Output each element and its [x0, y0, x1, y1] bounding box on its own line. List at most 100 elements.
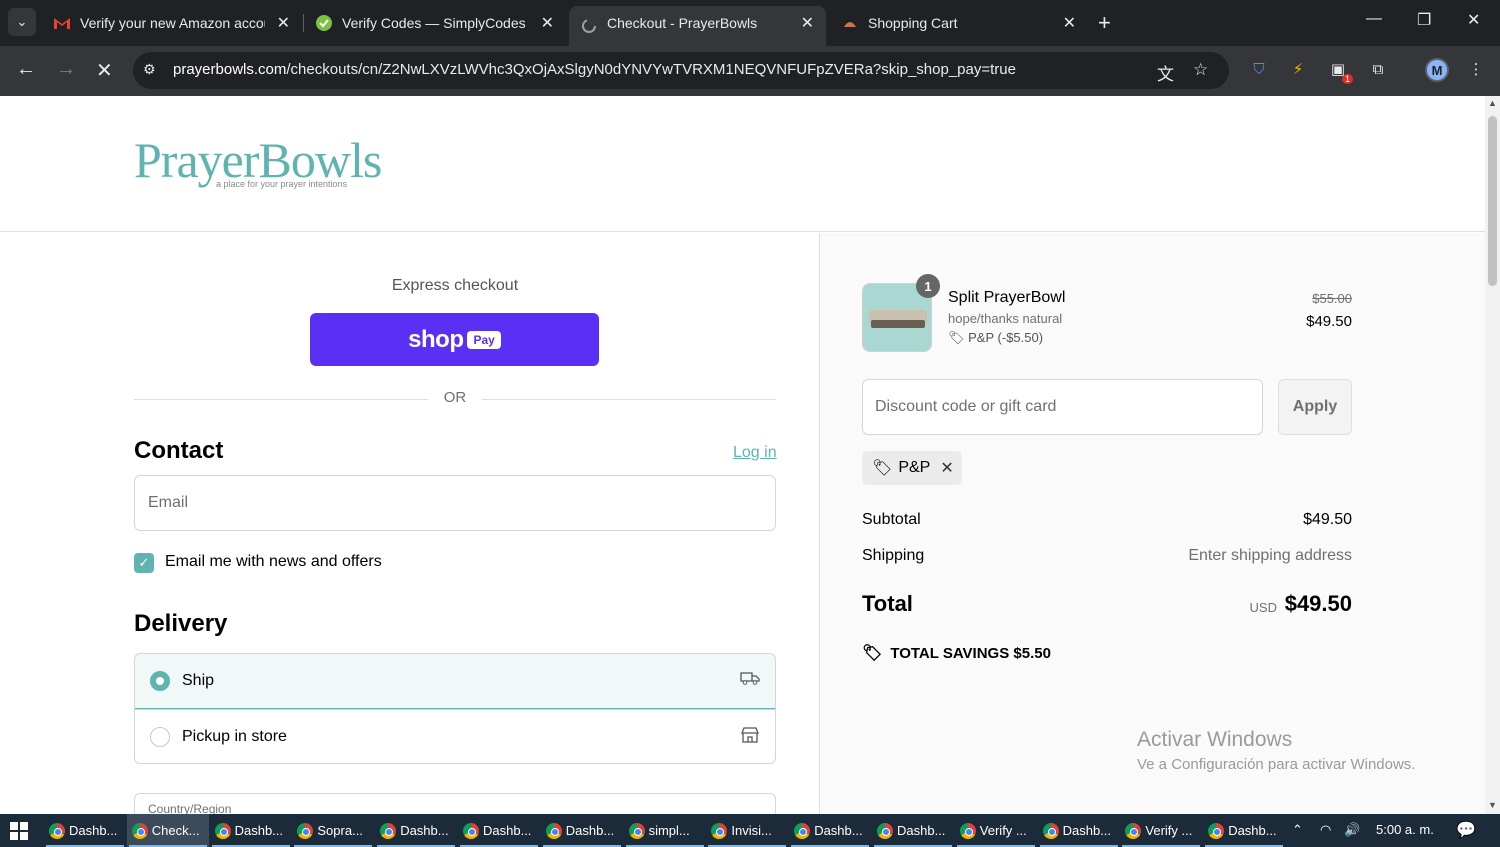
chrome-icon — [877, 822, 893, 839]
restore-icon[interactable]: ❐ — [1417, 10, 1431, 30]
url-text[interactable]: prayerbowls.com/checkouts/cn/Z2NwLXVzLWV… — [173, 61, 1016, 78]
site-info-icon[interactable]: ⚙ — [143, 61, 161, 79]
taskbar-chrome-window[interactable]: Invisi... — [706, 814, 788, 847]
product-discount: 🏷 P&P (-$5.50) — [948, 330, 1044, 345]
extensions-puzzle-icon[interactable]: ⧉ — [1367, 58, 1389, 80]
lightning-extension-icon[interactable]: ⚡ — [1287, 58, 1309, 80]
taskbar-chrome-window[interactable]: Dashb... — [44, 814, 126, 847]
tab-simplycodes[interactable]: Verify Codes — SimplyCodes ✕ — [304, 6, 566, 40]
shop-pay-button[interactable]: shop Pay — [310, 313, 599, 366]
tab-search-button[interactable]: ⌄ — [8, 8, 36, 36]
ship-radio[interactable] — [150, 671, 170, 691]
chrome-icon — [1042, 822, 1059, 839]
discount-code-input[interactable]: Discount code or gift card — [862, 379, 1263, 435]
taskbar-chrome-window[interactable]: Dashb... — [872, 814, 954, 847]
apply-discount-button[interactable]: Apply — [1278, 379, 1352, 435]
taskbar-item-label: Dashb... — [565, 823, 615, 838]
shipping-row: Shipping Enter shipping address — [862, 547, 1352, 564]
taskbar-chrome-window[interactable]: Dashb... — [210, 814, 292, 847]
news-offers-checkbox[interactable]: ✓ — [134, 553, 154, 573]
taskbar-chrome-window[interactable]: Dashb... — [541, 814, 623, 847]
bookmark-star-icon[interactable]: ☆ — [1193, 60, 1208, 80]
taskbar-chrome-window[interactable]: Check... — [126, 814, 209, 847]
tab-checkout[interactable]: Checkout - PrayerBowls ✕ — [569, 6, 826, 46]
scroll-down-icon[interactable]: ▼ — [1488, 800, 1497, 810]
taskbar-chrome-window[interactable]: Dashb... — [789, 814, 871, 847]
taskbar-chrome-window[interactable]: Sopra... — [292, 814, 374, 847]
bowl-image-base — [871, 320, 925, 328]
taskbar-chrome-window[interactable]: Dashb... — [458, 814, 540, 847]
taskbar-item-label: Verify ... — [979, 823, 1027, 838]
stop-loading-icon[interactable]: ✕ — [96, 58, 113, 83]
total-currency: USD — [1249, 600, 1277, 615]
taskbar-item-label: Dashb... — [483, 823, 532, 838]
chrome-icon — [794, 822, 811, 839]
applied-discount-chip: 🏷 P&P ✕ — [862, 451, 962, 485]
chrome-icon — [380, 822, 397, 839]
page-scrollbar[interactable]: ▲ ▼ — [1485, 96, 1500, 814]
taskbar-chrome-window[interactable]: Dashb... — [375, 814, 457, 847]
chrome-icon — [1125, 822, 1142, 839]
browser-tab-bar: ⌄ Verify your new Amazon accoun ✕ Verify… — [0, 0, 1500, 46]
forward-arrow-icon[interactable]: → — [56, 58, 76, 81]
chrome-icon — [297, 822, 314, 839]
back-arrow-icon[interactable]: ← — [16, 58, 36, 81]
tab-amazon-verify[interactable]: Verify your new Amazon accoun ✕ — [42, 6, 302, 40]
taskbar-item-label: Dashb... — [814, 823, 863, 838]
extension-with-badge-icon[interactable]: ▣ 1 — [1327, 58, 1353, 84]
taskbar-chrome-window[interactable]: Verify ... — [955, 814, 1037, 847]
taskbar-chrome-window[interactable]: Dashb... — [1038, 814, 1120, 847]
more-menu-icon[interactable]: ⋮ — [1465, 58, 1487, 80]
remove-discount-icon[interactable]: ✕ — [940, 458, 953, 478]
chrome-icon — [545, 822, 562, 839]
new-tab-button[interactable]: + — [1098, 10, 1111, 36]
taskbar-item-label: Dashb... — [1228, 823, 1277, 838]
delivery-option-ship[interactable]: Ship — [135, 654, 775, 709]
tag-icon: 🏷 — [862, 645, 883, 662]
final-price: $49.50 — [1306, 313, 1352, 330]
windows-start-icon[interactable] — [10, 822, 28, 840]
taskbar-item-label: Dashb... — [400, 823, 449, 838]
chrome-icon — [959, 822, 976, 839]
taskbar-chrome-window[interactable]: simpl... — [624, 814, 706, 847]
subtotal-row: Subtotal $49.50 — [862, 511, 1352, 528]
taskbar-chrome-window[interactable]: Dashb... — [1203, 814, 1285, 847]
login-link[interactable]: Log in — [733, 444, 777, 462]
tray-chevron-icon[interactable]: ⌃ — [1292, 822, 1303, 838]
close-window-icon[interactable]: ✕ — [1467, 10, 1480, 30]
order-summary: 1 Split PrayerBowl hope/thanks natural 🏷… — [819, 233, 1485, 814]
wifi-icon[interactable]: ◠ — [1320, 822, 1331, 838]
delivery-method-group: Ship Pickup in store — [134, 653, 776, 764]
volume-icon[interactable]: 🔊 — [1344, 822, 1360, 838]
original-price: $55.00 — [1312, 291, 1352, 306]
country-region-select[interactable]: Country/Region — [134, 793, 776, 814]
store-logo[interactable]: PrayerBowls a place for your prayer inte… — [134, 132, 382, 189]
chrome-icon — [628, 822, 645, 839]
notifications-icon[interactable]: 💬 — [1456, 820, 1476, 840]
delivery-option-pickup[interactable]: Pickup in store — [135, 709, 775, 763]
close-tab-icon[interactable]: ✕ — [1063, 13, 1076, 33]
taskbar-chrome-window[interactable]: Verify ... — [1120, 814, 1202, 847]
chrome-icon — [49, 822, 65, 839]
scroll-thumb[interactable] — [1488, 116, 1497, 286]
close-tab-icon[interactable]: ✕ — [541, 13, 554, 33]
shield-extension-icon[interactable]: ⛉ — [1248, 58, 1270, 80]
delivery-heading: Delivery — [134, 610, 228, 637]
tab-shopping-cart[interactable]: Shopping Cart ✕ — [830, 6, 1088, 40]
profile-avatar[interactable]: M — [1425, 58, 1449, 82]
news-offers-label[interactable]: Email me with news and offers — [165, 553, 382, 571]
gmail-icon — [54, 15, 70, 31]
clock[interactable]: 5:00 a. m. — [1376, 822, 1434, 837]
taskbar-item-label: Verify ... — [1145, 823, 1193, 838]
close-tab-icon[interactable]: ✕ — [277, 13, 290, 33]
quantity-badge: 1 — [916, 274, 940, 298]
translate-icon[interactable]: 文 — [1157, 60, 1174, 85]
address-bar[interactable]: ⚙ prayerbowls.com/checkouts/cn/Z2NwLXVzL… — [133, 52, 1229, 89]
taskbar-item-label: Dashb... — [234, 823, 284, 838]
minimize-icon[interactable]: — — [1366, 10, 1382, 28]
pickup-radio[interactable] — [150, 727, 170, 747]
close-tab-icon[interactable]: ✕ — [801, 13, 814, 33]
product-name: Split PrayerBowl — [948, 289, 1066, 306]
scroll-up-icon[interactable]: ▲ — [1488, 98, 1497, 108]
email-field[interactable]: Email — [134, 475, 776, 531]
